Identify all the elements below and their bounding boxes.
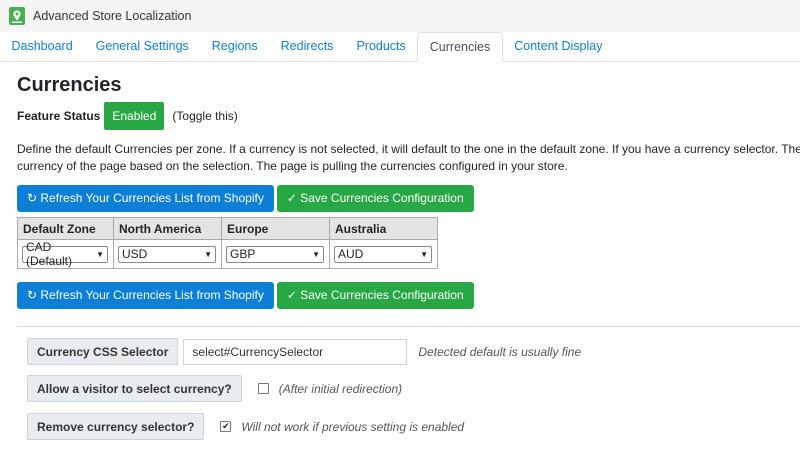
remove-selector-hint: Will not work if previous setting is ena… — [241, 419, 465, 434]
tab-dashboard[interactable]: Dashboard — [0, 32, 84, 61]
allow-select-label: Allow a visitor to select currency? — [27, 375, 242, 402]
tab-currencies[interactable]: Currencies — [417, 32, 503, 62]
europe-select[interactable]: GBP ▼ — [226, 245, 324, 263]
allow-select-row: Allow a visitor to select currency? (Aft… — [27, 375, 402, 402]
tab-content-display[interactable]: Content Display — [503, 32, 614, 61]
dropdown-arrow-icon: ▼ — [312, 249, 320, 259]
toggle-hint: (Toggle this) — [172, 109, 238, 123]
dropdown-arrow-icon: ▼ — [420, 249, 428, 259]
feature-status-row: Feature Status Enabled (Toggle this) — [17, 102, 800, 130]
dropdown-arrow-icon: ▼ — [204, 249, 212, 259]
currency-zones-table: Default Zone North America Europe Austra… — [17, 217, 438, 269]
cell-north-america: USD ▼ — [113, 239, 222, 269]
cell-australia: AUD ▼ — [329, 239, 438, 269]
north-america-select[interactable]: USD ▼ — [118, 245, 216, 263]
remove-selector-row: Remove currency selector? ✔ Will not wor… — [27, 413, 464, 440]
europe-select-value: GBP — [230, 247, 256, 261]
australia-select-value: AUD — [338, 247, 364, 261]
css-selector-label: Currency CSS Selector — [27, 338, 179, 365]
checkmark-icon: ✔ — [222, 421, 230, 431]
css-selector-input[interactable]: select#CurrencySelector — [183, 338, 408, 365]
allow-select-checkbox[interactable] — [257, 383, 269, 394]
action-buttons-top: ↻ Refresh Your Currencies List from Shop… — [17, 185, 800, 212]
table-header-row: Default Zone North America Europe Austra… — [17, 217, 438, 240]
dropdown-arrow-icon: ▼ — [96, 249, 104, 259]
section-divider — [17, 326, 800, 327]
description-line-1: Define the default Currencies per zone. … — [17, 142, 800, 156]
tab-general-settings[interactable]: General Settings — [84, 32, 200, 61]
tab-bar: Dashboard General Settings Regions Redir… — [0, 32, 800, 62]
refresh-currencies-button[interactable]: ↻ Refresh Your Currencies List from Shop… — [17, 185, 274, 212]
action-buttons-bottom: ↻ Refresh Your Currencies List from Shop… — [17, 282, 800, 309]
css-selector-hint: Detected default is usually fine — [418, 344, 582, 359]
cell-default-zone: CAD (Default) ▼ — [17, 239, 114, 269]
remove-selector-label: Remove currency selector? — [27, 413, 205, 440]
description-line-2: currency of the page based on the select… — [17, 158, 568, 173]
tab-products[interactable]: Products — [345, 32, 417, 61]
cell-europe: GBP ▼ — [221, 239, 330, 269]
tab-regions[interactable]: Regions — [200, 32, 269, 61]
default-zone-select[interactable]: CAD (Default) ▼ — [22, 240, 108, 268]
main-content: Currencies Feature Status Enabled (Toggl… — [17, 62, 800, 309]
table-row: CAD (Default) ▼ USD ▼ GBP ▼ AUD ▼ — [17, 239, 438, 269]
description-text: Define the default Currencies per zone. … — [17, 141, 800, 174]
australia-select[interactable]: AUD ▼ — [334, 245, 432, 263]
app-title: Advanced Store Localization — [33, 9, 192, 23]
allow-select-hint: (After initial redirection) — [278, 381, 403, 396]
css-selector-row: Currency CSS Selector select#CurrencySel… — [27, 338, 581, 365]
feature-status-label: Feature Status — [17, 109, 101, 123]
map-pin-icon — [9, 7, 25, 25]
default-zone-select-value: CAD (Default) — [26, 240, 73, 268]
app-header: Advanced Store Localization — [0, 0, 800, 32]
north-america-select-value: USD — [122, 247, 148, 261]
page-title: Currencies — [17, 74, 122, 96]
header-australia: Australia — [329, 217, 438, 240]
refresh-currencies-button-bottom[interactable]: ↻ Refresh Your Currencies List from Shop… — [17, 282, 274, 309]
header-europe: Europe — [221, 217, 330, 240]
remove-selector-checkbox[interactable]: ✔ — [220, 421, 232, 432]
save-currencies-button[interactable]: ✓ Save Currencies Configuration — [276, 185, 474, 212]
save-currencies-button-bottom[interactable]: ✓ Save Currencies Configuration — [276, 282, 474, 309]
header-north-america: North America — [113, 217, 222, 240]
header-default-zone: Default Zone — [17, 217, 114, 240]
feature-status-badge[interactable]: Enabled — [104, 102, 165, 130]
tab-redirects[interactable]: Redirects — [269, 32, 345, 61]
